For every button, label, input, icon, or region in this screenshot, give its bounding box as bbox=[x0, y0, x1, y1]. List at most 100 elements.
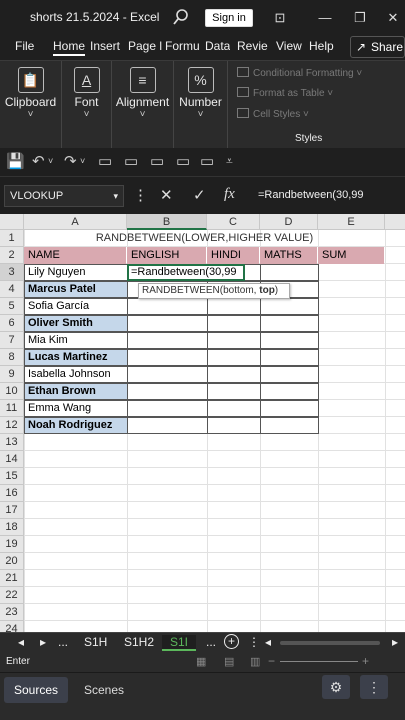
row-header[interactable]: 14 bbox=[0, 451, 24, 468]
header-cell[interactable]: HINDI bbox=[207, 247, 259, 264]
score-cell[interactable] bbox=[260, 298, 319, 315]
score-cell[interactable] bbox=[207, 366, 261, 383]
shape-icon[interactable]: ▭ bbox=[176, 152, 190, 170]
score-cell[interactable] bbox=[207, 332, 261, 349]
customize-toolbar-icon[interactable]: ⩡ bbox=[226, 154, 233, 169]
row-header[interactable]: 2 bbox=[0, 247, 24, 264]
normal-view-icon[interactable]: ▦ bbox=[196, 655, 206, 668]
scroll-left-icon[interactable]: ◂ bbox=[18, 635, 24, 649]
row-header[interactable]: 19 bbox=[0, 536, 24, 553]
ribbon-display-icon[interactable]: ⊡ bbox=[270, 8, 290, 28]
more-options-icon[interactable]: ⋮ bbox=[133, 186, 148, 204]
row-header[interactable]: 3 bbox=[0, 264, 24, 281]
format-as-table-button[interactable]: Format as Table ˅ bbox=[237, 87, 333, 99]
page-break-view-icon[interactable]: ▥ bbox=[250, 655, 260, 668]
redo-icon[interactable]: ↷ bbox=[64, 152, 77, 170]
more-vertical-icon[interactable]: ⋮ bbox=[360, 675, 388, 699]
row-header[interactable]: 1 bbox=[0, 230, 24, 247]
tab-view[interactable]: View bbox=[276, 39, 302, 53]
tab-formulas[interactable]: Formu bbox=[165, 39, 200, 53]
formula-input[interactable]: =Randbetween(30,99 bbox=[258, 189, 364, 201]
row-header[interactable]: 21 bbox=[0, 570, 24, 587]
hscroll-left-icon[interactable]: ◂ bbox=[265, 635, 271, 649]
tab-file[interactable]: File bbox=[15, 39, 34, 53]
column-header-c[interactable]: C bbox=[207, 214, 260, 230]
row-header[interactable]: 4 bbox=[0, 281, 24, 298]
insert-function-icon[interactable]: fx bbox=[224, 186, 235, 203]
name-cell[interactable]: Ethan Brown bbox=[24, 383, 128, 400]
font-group[interactable]: A Font ˅ bbox=[62, 61, 112, 149]
row-header[interactable]: 23 bbox=[0, 604, 24, 621]
score-cell[interactable] bbox=[207, 400, 261, 417]
tab-page-layout[interactable]: Page l bbox=[128, 39, 162, 53]
row-header[interactable]: 17 bbox=[0, 502, 24, 519]
row-header[interactable]: 16 bbox=[0, 485, 24, 502]
name-cell[interactable]: Lucas Martinez bbox=[24, 349, 128, 366]
score-cell[interactable] bbox=[207, 383, 261, 400]
row-header[interactable]: 6 bbox=[0, 315, 24, 332]
tab-help[interactable]: Help bbox=[309, 39, 334, 53]
spreadsheet-grid[interactable]: A B C D E 1 2 3 4 5 6 7 8 9 10 11 12 13 14 15 16 17 18 19 2… bbox=[0, 214, 405, 632]
header-cell[interactable]: SUM bbox=[318, 247, 384, 264]
score-cell[interactable] bbox=[260, 349, 319, 366]
sheets-overflow-right[interactable]: ... bbox=[206, 635, 216, 649]
select-all-corner[interactable] bbox=[0, 214, 24, 230]
conditional-formatting-button[interactable]: Conditional Formatting ˅ bbox=[237, 67, 362, 79]
row-header[interactable]: 7 bbox=[0, 332, 24, 349]
add-sheet-icon[interactable]: + bbox=[224, 634, 239, 649]
row-header[interactable]: 15 bbox=[0, 468, 24, 485]
score-cell[interactable] bbox=[127, 417, 208, 434]
header-cell[interactable]: ENGLISH bbox=[127, 247, 206, 264]
score-cell[interactable] bbox=[127, 315, 208, 332]
sheet-title-cell[interactable]: RANDBETWEEN(LOWER,HIGHER VALUE) bbox=[24, 230, 385, 247]
row-header[interactable]: 22 bbox=[0, 587, 24, 604]
score-cell[interactable] bbox=[127, 366, 208, 383]
gear-icon[interactable]: ⚙ bbox=[322, 675, 350, 699]
active-cell-editor[interactable]: =Randbetween(30,99 bbox=[127, 264, 245, 281]
sheet-tab-s1h2[interactable]: S1H2 bbox=[124, 635, 154, 649]
header-cell[interactable]: MATHS bbox=[260, 247, 317, 264]
save-icon[interactable]: 💾 bbox=[6, 152, 25, 170]
zoom-out-icon[interactable]: − bbox=[268, 654, 275, 668]
sign-in-button[interactable]: Sign in bbox=[205, 9, 253, 27]
chart-icon[interactable]: ▭ bbox=[200, 152, 214, 170]
score-cell[interactable] bbox=[207, 349, 261, 366]
score-cell[interactable] bbox=[260, 383, 319, 400]
scroll-right-icon[interactable]: ▸ bbox=[40, 635, 46, 649]
score-cell[interactable] bbox=[207, 417, 261, 434]
column-header-e[interactable]: E bbox=[318, 214, 385, 230]
undo-dropdown-icon[interactable]: ˅ bbox=[48, 156, 53, 166]
header-cell[interactable]: NAME bbox=[24, 247, 126, 264]
score-cell[interactable] bbox=[260, 332, 319, 349]
score-cell[interactable] bbox=[260, 366, 319, 383]
tab-data[interactable]: Data bbox=[205, 39, 230, 53]
sheets-overflow-left[interactable]: ... bbox=[58, 635, 68, 649]
score-cell[interactable] bbox=[127, 298, 208, 315]
row-header[interactable]: 10 bbox=[0, 383, 24, 400]
score-cell[interactable] bbox=[260, 264, 319, 281]
name-cell[interactable]: Sofia García bbox=[24, 298, 128, 315]
zoom-in-icon[interactable]: + bbox=[362, 654, 369, 668]
row-header[interactable]: 18 bbox=[0, 519, 24, 536]
name-cell[interactable]: Emma Wang bbox=[24, 400, 128, 417]
name-cell[interactable]: Marcus Patel bbox=[24, 281, 128, 298]
search-icon[interactable] bbox=[172, 8, 190, 26]
score-cell[interactable] bbox=[207, 315, 261, 332]
column-header-d[interactable]: D bbox=[260, 214, 318, 230]
comment-icon[interactable]: ▭ bbox=[98, 152, 112, 170]
score-cell[interactable] bbox=[127, 332, 208, 349]
cell-styles-button[interactable]: Cell Styles ˅ bbox=[237, 108, 309, 120]
close-button[interactable]: ✕ bbox=[383, 8, 403, 28]
row-header[interactable]: 8 bbox=[0, 349, 24, 366]
tab-review[interactable]: Revie bbox=[237, 39, 268, 53]
alignment-group[interactable]: ≡ Alignment ˅ bbox=[112, 61, 174, 149]
row-header[interactable]: 20 bbox=[0, 553, 24, 570]
cancel-icon[interactable]: ✕ bbox=[160, 186, 173, 204]
enter-icon[interactable]: ✓ bbox=[193, 186, 206, 204]
hscroll-right-icon[interactable]: ▸ bbox=[392, 635, 398, 649]
name-cell[interactable]: Lily Nguyen bbox=[24, 264, 128, 281]
zoom-slider[interactable] bbox=[280, 661, 358, 662]
score-cell[interactable] bbox=[260, 400, 319, 417]
row-header[interactable]: 9 bbox=[0, 366, 24, 383]
row-header[interactable]: 12 bbox=[0, 417, 24, 434]
